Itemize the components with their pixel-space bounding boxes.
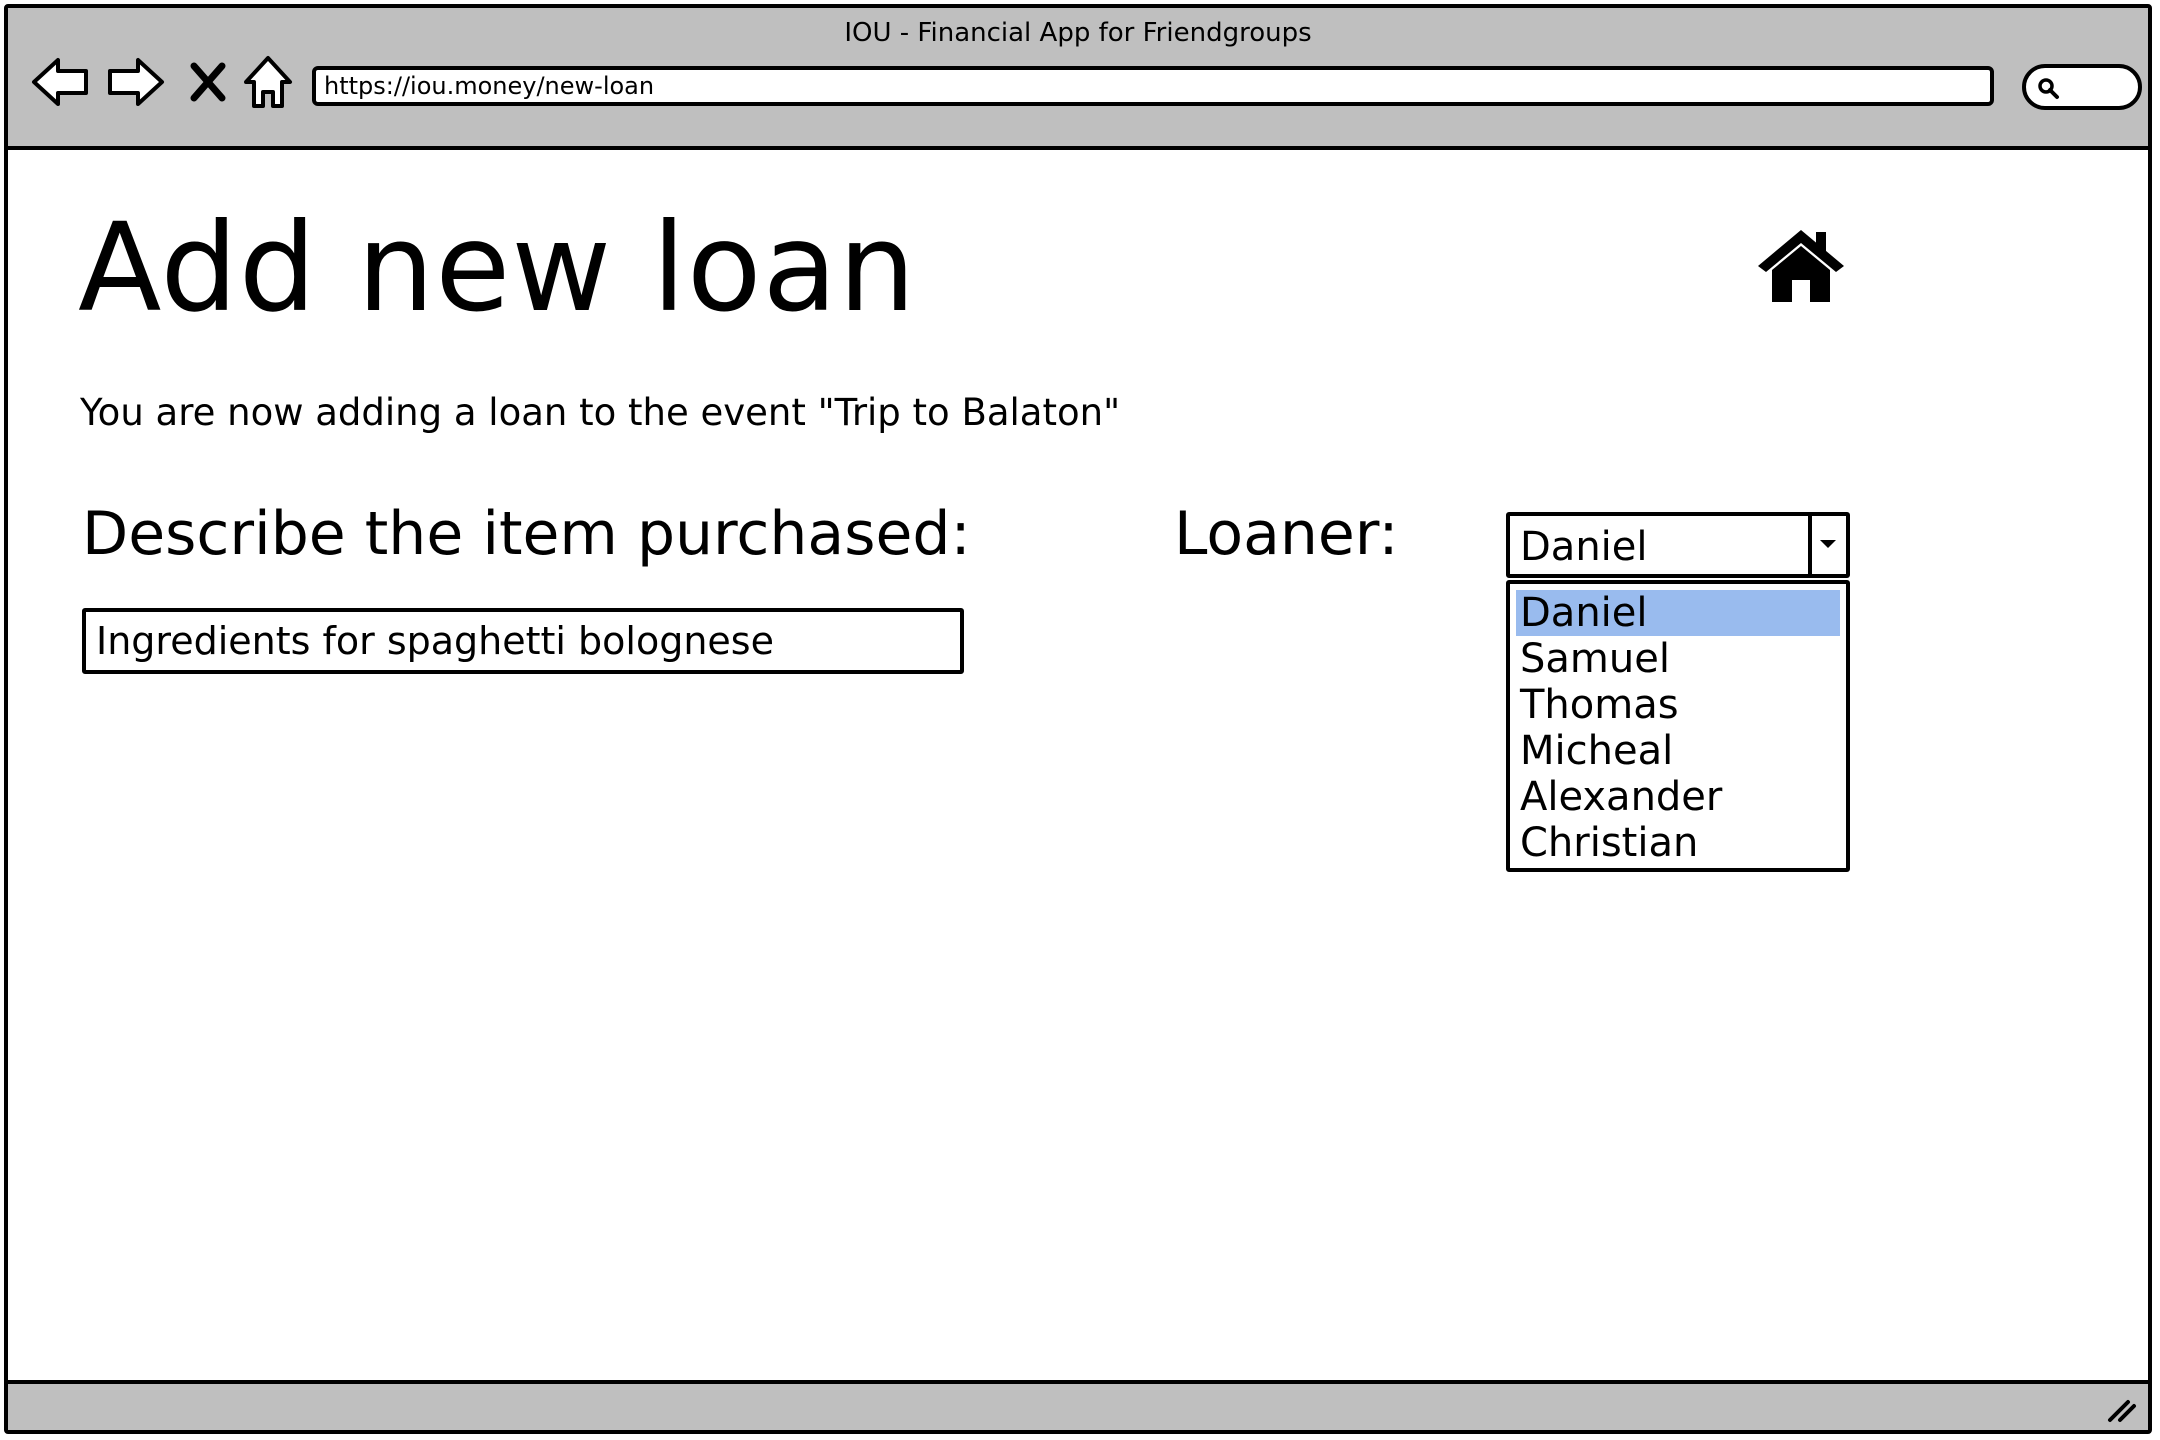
loaner-option-micheal[interactable]: Micheal — [1516, 728, 1840, 774]
window-title: IOU - Financial App for Friendgroups — [844, 18, 1312, 48]
back-button[interactable] — [30, 52, 92, 112]
browser-search-button[interactable] — [2022, 64, 2142, 110]
address-bar[interactable]: https://iou.money/new-loan — [312, 66, 1994, 106]
stop-icon — [190, 62, 226, 102]
loaner-select[interactable]: Daniel — [1506, 512, 1850, 578]
forward-arrow-icon — [108, 58, 164, 106]
stop-button[interactable] — [184, 52, 232, 112]
loaner-option-thomas[interactable]: Thomas — [1516, 682, 1840, 728]
loaner-option-alexander[interactable]: Alexander — [1516, 774, 1840, 820]
home-icon — [1758, 230, 1844, 302]
chevron-down-icon[interactable] — [1808, 516, 1846, 574]
event-context-text: You are now adding a loan to the event "… — [80, 391, 1121, 434]
loaner-selected-value: Daniel — [1520, 524, 1648, 570]
browser-window: IOU - Financial App for Friendgroups htt… — [4, 4, 2152, 1434]
home-icon — [244, 56, 292, 108]
home-button[interactable] — [1754, 226, 1848, 304]
back-arrow-icon — [32, 58, 88, 106]
item-description-input[interactable] — [82, 608, 964, 674]
search-icon — [2038, 78, 2059, 99]
status-bar — [8, 1380, 2148, 1430]
page-title: Add new loan — [78, 197, 917, 339]
loaner-option-samuel[interactable]: Samuel — [1516, 636, 1840, 682]
loaner-option-daniel[interactable]: Daniel — [1516, 590, 1840, 636]
loaner-label: Loaner: — [1174, 499, 1399, 569]
item-description-label: Describe the item purchased: — [82, 499, 971, 569]
loaner-options-list: Daniel Samuel Thomas Micheal Alexander C… — [1506, 580, 1850, 872]
forward-button[interactable] — [104, 52, 166, 112]
resize-grip-icon[interactable] — [2104, 1394, 2138, 1424]
loaner-option-christian[interactable]: Christian — [1516, 820, 1840, 866]
browser-chrome: IOU - Financial App for Friendgroups htt… — [8, 8, 2148, 150]
browser-home-button[interactable] — [240, 52, 296, 112]
